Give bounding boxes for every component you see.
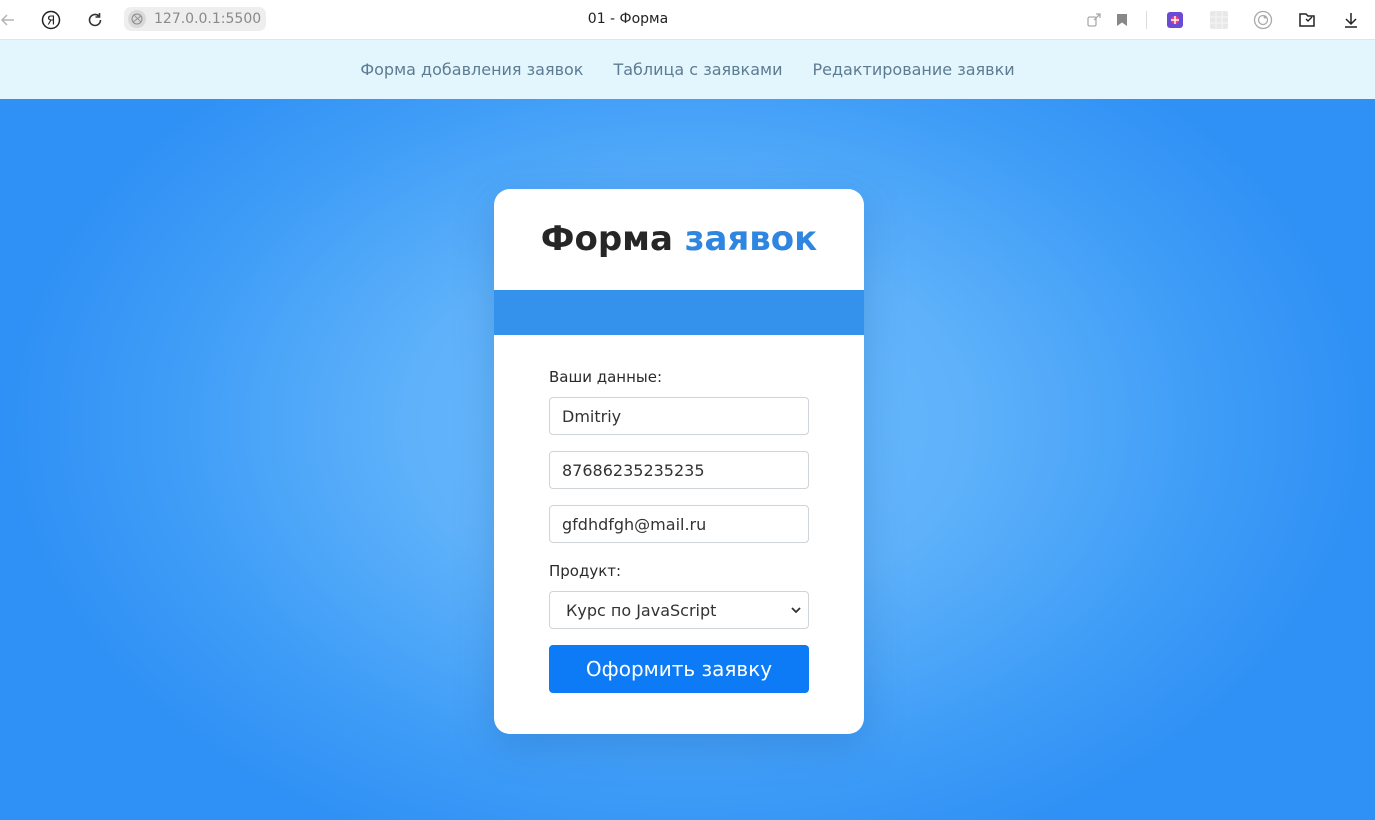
chevron-down-icon (791, 607, 801, 614)
email-field[interactable] (549, 505, 809, 543)
submit-request-button[interactable]: Оформить заявку (549, 645, 809, 693)
download-icon[interactable] (1339, 8, 1363, 32)
phone-field[interactable] (549, 451, 809, 489)
bookmark-icon[interactable] (1110, 8, 1134, 32)
collections-icon[interactable] (1295, 8, 1319, 32)
toolbar-divider (1146, 11, 1147, 29)
product-select-value: Курс по JavaScript (566, 600, 717, 620)
extension-grid-icon[interactable] (1207, 8, 1231, 32)
share-icon[interactable] (1082, 8, 1106, 32)
request-form-card: Форма заявок Ваши данные: Продукт: Курс … (494, 189, 864, 734)
card-band (494, 290, 864, 335)
extension-icon[interactable] (1163, 8, 1187, 32)
nav-link-edit-request[interactable]: Редактирование заявки (813, 60, 1015, 79)
form-title-accent: заявок (684, 219, 818, 259)
tab-title: 01 - Форма (587, 11, 669, 27)
name-field[interactable] (549, 397, 809, 435)
alice-icon[interactable] (1251, 8, 1275, 32)
form-title: Форма заявок (494, 219, 864, 259)
nav-link-add-form[interactable]: Форма добавления заявок (360, 60, 583, 79)
form-title-main: Форма (540, 219, 673, 259)
nav-link-requests-table[interactable]: Таблица с заявками (613, 60, 782, 79)
browser-toolbar: Я 127.0.0.1:5500 01 - Форма (0, 0, 1375, 40)
site-nav: Форма добавления заявок Таблица с заявка… (0, 40, 1375, 99)
product-label: Продукт: (549, 562, 622, 580)
product-select[interactable]: Курс по JavaScript (549, 591, 809, 629)
your-data-label: Ваши данные: (549, 368, 663, 386)
